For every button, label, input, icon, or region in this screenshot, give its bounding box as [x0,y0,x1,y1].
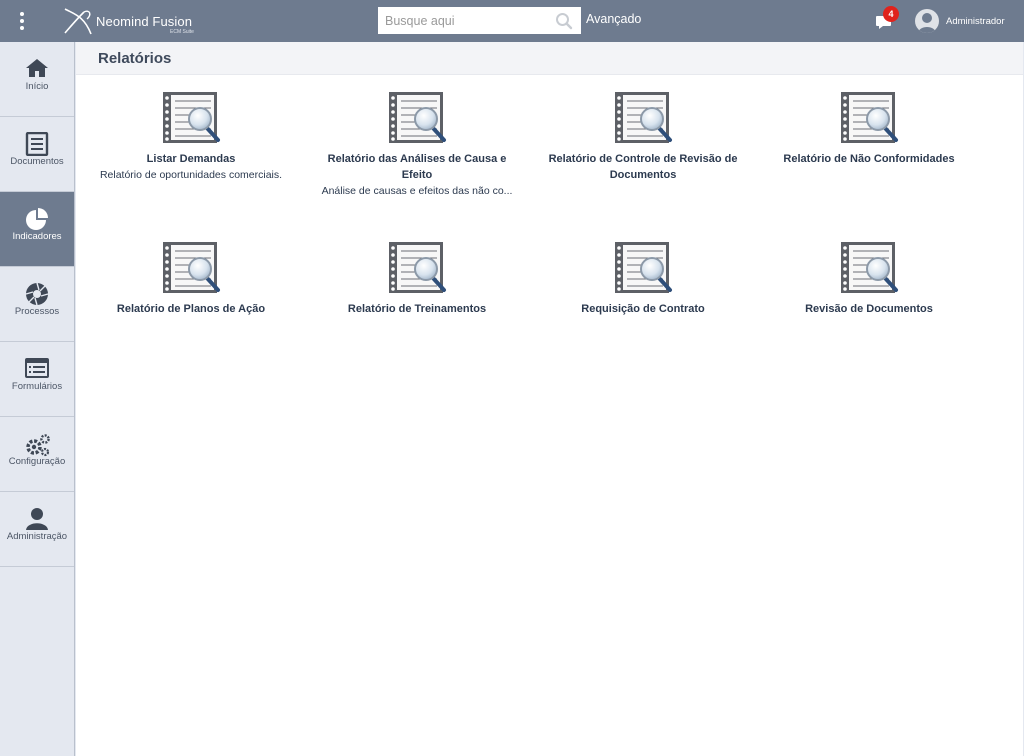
report-item-revisao-documentos[interactable]: Revisão de Documentos [769,240,969,317]
sidebar-item-label: Documentos [10,156,64,167]
sidebar-item-label: Administração [6,531,68,542]
pie-chart-icon [26,208,48,230]
report-title: Relatório de Controle de Revisão de Docu… [548,153,738,181]
report-item-treinamentos[interactable]: Relatório de Treinamentos [317,240,517,317]
user-icon [26,508,48,530]
report-title: Listar Demandas [146,153,236,165]
sidebar-item-label: Configuração [8,456,66,467]
search-input[interactable] [378,7,548,34]
report-item-nao-conformidades[interactable]: Relatório de Não Conformidades [769,90,969,167]
brand-name: Neomind Fusion [96,14,193,29]
report-item-listar-demandas[interactable]: Listar Demandas Relatório de oportunidad… [91,90,291,183]
sidebar-item-inicio[interactable]: Início [0,42,74,117]
top-bar: Neomind Fusion ECM Suite Avançado 4 Admi… [0,0,1024,42]
avatar [915,9,939,33]
menu-dots-icon[interactable] [14,10,30,32]
report-search-icon [161,240,220,295]
report-title: Relatório de Planos de Ação [116,303,266,315]
sidebar-item-label: Indicadores [12,231,62,242]
sidebar-item-label: Início [25,81,49,92]
home-icon [26,59,48,77]
report-title: Requisição de Contrato [581,303,705,315]
report-title: Relatório de Treinamentos [347,303,487,315]
report-item-requisicao-contrato[interactable]: Requisição de Contrato [543,240,743,317]
sidebar-item-processos[interactable]: Processos [0,267,74,342]
sidebar-item-label: Formulários [11,381,63,392]
sidebar: Início Documentos Indicadores Processos [0,42,75,756]
user-name: Administrador [946,16,1005,27]
sidebar-item-indicadores[interactable]: Indicadores [0,192,74,267]
search-icon[interactable] [555,12,573,30]
neomind-logo-icon [64,8,92,35]
search-box [378,7,581,34]
advanced-search-link[interactable]: Avançado [586,12,641,26]
sidebar-item-formularios[interactable]: Formulários [0,342,74,417]
document-icon [25,132,49,156]
notification-badge: 4 [883,6,899,22]
sidebar-item-administracao[interactable]: Administração [0,492,74,567]
page-title: Relatórios [98,50,172,67]
brand-subtitle: ECM Suite [170,29,194,35]
report-search-icon [613,240,672,295]
form-list-icon [25,358,49,378]
report-search-icon [839,90,898,145]
report-item-planos-de-acao[interactable]: Relatório de Planos de Ação [91,240,291,317]
sidebar-item-documentos[interactable]: Documentos [0,117,74,192]
report-search-icon [161,90,220,145]
sidebar-item-label: Processos [14,306,60,317]
report-description: Análise de causas e efeitos das não co..… [321,185,513,197]
report-title: Relatório de Não Conformidades [783,153,955,165]
page-header: Relatórios [76,42,1023,75]
aperture-icon [25,282,49,306]
report-search-icon [839,240,898,295]
brand-logo[interactable]: Neomind Fusion ECM Suite [62,6,202,38]
user-avatar-icon [918,13,936,33]
report-title: Relatório das Análises de Causa e Efeito [327,153,507,181]
report-search-icon [387,90,446,145]
report-title: Revisão de Documentos [805,303,933,315]
report-item-analises-causa-efeito[interactable]: Relatório das Análises de Causa e Efeito… [317,90,517,199]
report-description: Relatório de oportunidades comerciais. [99,169,283,181]
sidebar-item-configuracao[interactable]: Configuração [0,417,74,492]
main-content: Relatórios Listar Demandas Relatório de … [76,42,1023,756]
gears-icon [26,434,50,457]
report-item-controle-revisao-documentos[interactable]: Relatório de Controle de Revisão de Docu… [543,90,743,183]
report-search-icon [387,240,446,295]
report-search-icon [613,90,672,145]
